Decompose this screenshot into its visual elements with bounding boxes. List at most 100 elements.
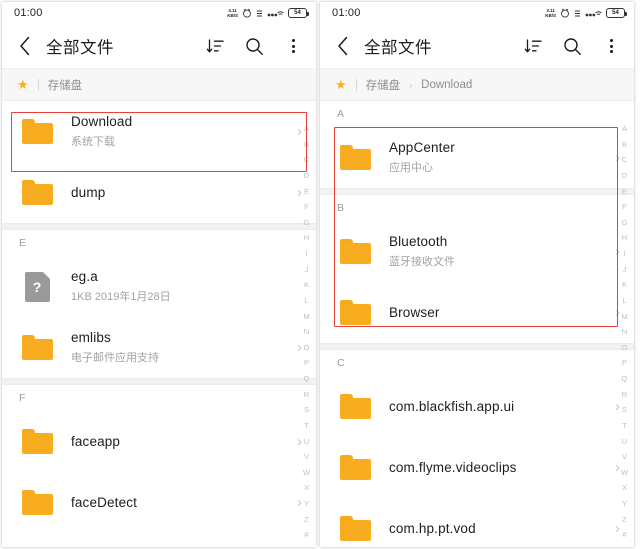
alphabet-index-letter[interactable]: A <box>304 125 309 133</box>
list-item-browser[interactable]: Browser › <box>320 282 634 343</box>
file-name: Browser <box>389 305 440 320</box>
signal-icon <box>585 11 602 17</box>
alphabet-index-letter[interactable]: V <box>622 453 627 461</box>
list-item-text: Browser <box>373 305 609 320</box>
list-item-bluetooth[interactable]: Bluetooth 蓝牙接收文件 › <box>320 221 634 282</box>
alphabet-index-letter[interactable]: P <box>622 359 627 367</box>
star-icon[interactable]: ★ <box>17 78 29 91</box>
alphabet-index-letter[interactable]: V <box>304 453 309 461</box>
alphabet-index-letter[interactable]: X <box>304 484 309 492</box>
alphabet-index-letter[interactable]: E <box>304 187 309 196</box>
alphabet-index-letter[interactable]: M <box>621 312 627 321</box>
more-button[interactable] <box>282 35 304 57</box>
alphabet-index-letter[interactable]: Q <box>304 375 310 383</box>
alphabet-index-letter[interactable]: Y <box>304 500 309 508</box>
alphabet-index-letter[interactable]: U <box>304 437 309 446</box>
alphabet-index-letter[interactable]: K <box>622 281 627 289</box>
list-item-appcenter[interactable]: AppCenter 应用中心 › <box>320 127 634 188</box>
list-item-text: faceDetect <box>55 495 291 510</box>
status-bar: 01:00 3.11 KB/S 54 <box>320 2 634 24</box>
alphabet-index-letter[interactable]: W <box>303 469 310 477</box>
alphabet-index-left[interactable]: A B C D E F G H I J K L M N O P Q R S T U V W X Y Z # <box>300 125 313 539</box>
alphabet-index-letter[interactable]: I <box>623 250 625 258</box>
alphabet-index-letter[interactable]: X <box>622 484 627 492</box>
back-button[interactable] <box>12 33 38 59</box>
alphabet-index-letter[interactable]: P <box>304 359 309 367</box>
alphabet-index-letter[interactable]: I <box>305 250 307 258</box>
alphabet-index-letter[interactable]: R <box>304 391 309 399</box>
alphabet-index-letter[interactable]: J <box>305 266 309 274</box>
alphabet-index-letter[interactable]: S <box>304 406 309 414</box>
alphabet-index-letter[interactable]: G <box>304 219 310 227</box>
alphabet-index-letter[interactable]: Q <box>622 375 628 383</box>
list-item-download[interactable]: Download 系统下载 › <box>2 101 316 162</box>
file-list[interactable]: Download 系统下载 › dump › E ? eg.a 1KB 2019… <box>2 101 316 547</box>
list-item-ega[interactable]: ? eg.a 1KB 2019年1月28日 <box>2 256 316 317</box>
alphabet-index-letter[interactable]: D <box>622 172 627 180</box>
alphabet-index-letter[interactable]: D <box>304 172 309 180</box>
section-divider <box>320 343 634 350</box>
list-item-faceapp[interactable]: faceapp › <box>2 411 316 472</box>
file-list[interactable]: A AppCenter 应用中心 › B Bluetooth 蓝牙接收文件 › … <box>320 101 634 547</box>
file-name: com.blackfish.app.ui <box>389 399 515 414</box>
alphabet-index-letter[interactable]: C <box>622 156 627 164</box>
alphabet-index-letter[interactable]: T <box>304 422 309 430</box>
alphabet-index-letter[interactable]: N <box>622 328 627 336</box>
alphabet-index-letter[interactable]: S <box>622 406 627 414</box>
list-item-videoclips[interactable]: com.flyme.videoclips › <box>320 437 634 498</box>
more-button[interactable] <box>600 35 622 57</box>
search-button[interactable] <box>561 35 583 57</box>
list-item-blackfish[interactable]: com.blackfish.app.ui › <box>320 376 634 437</box>
alphabet-index-letter[interactable]: M <box>303 312 309 321</box>
file-name: eg.a <box>71 269 98 284</box>
breadcrumb-item-storage[interactable]: 存储盘 <box>48 77 83 93</box>
breadcrumb-item-download[interactable]: Download <box>421 79 472 91</box>
folder-icon <box>337 394 373 419</box>
more-vertical-icon <box>609 39 613 53</box>
alphabet-index-letter[interactable]: E <box>622 187 627 196</box>
alphabet-index-letter[interactable]: Y <box>622 500 627 508</box>
list-item-facedetect[interactable]: faceDetect › <box>2 472 316 533</box>
alphabet-index-letter[interactable]: R <box>622 391 627 399</box>
battery-icon: 54 <box>606 8 627 18</box>
alphabet-index-letter[interactable]: T <box>622 422 627 430</box>
back-button[interactable] <box>330 33 356 59</box>
alphabet-index-letter[interactable]: J <box>623 266 627 274</box>
sort-button[interactable] <box>204 35 226 57</box>
alphabet-index-letter[interactable]: U <box>622 437 627 446</box>
star-icon[interactable]: ★ <box>335 78 347 91</box>
alphabet-index-letter[interactable]: # <box>622 531 626 539</box>
alphabet-index-letter[interactable]: B <box>622 141 627 149</box>
sort-button[interactable] <box>522 35 544 57</box>
alphabet-index-letter[interactable]: H <box>622 234 627 242</box>
list-item-partial[interactable]: › <box>2 533 316 547</box>
alphabet-index-letter[interactable]: K <box>304 281 309 289</box>
alphabet-index-right[interactable]: A B C D E F G H I J K L M N O P Q R S T U V W X Y Z # <box>618 125 631 539</box>
alphabet-index-letter[interactable]: F <box>304 203 309 211</box>
back-chevron-icon <box>20 36 30 56</box>
alphabet-index-letter[interactable]: # <box>304 531 308 539</box>
more-vertical-icon <box>291 39 295 53</box>
alphabet-index-letter[interactable]: H <box>304 234 309 242</box>
alphabet-index-letter[interactable]: L <box>304 297 308 305</box>
alphabet-index-letter[interactable]: O <box>304 344 310 352</box>
search-button[interactable] <box>243 35 265 57</box>
alphabet-index-letter[interactable]: B <box>304 141 309 149</box>
alphabet-index-letter[interactable]: Z <box>622 516 627 524</box>
alphabet-index-letter[interactable]: C <box>304 156 309 164</box>
file-name: AppCenter <box>389 140 455 155</box>
alphabet-index-letter[interactable]: W <box>621 469 628 477</box>
alphabet-index-letter[interactable]: O <box>622 344 628 352</box>
alphabet-index-letter[interactable]: Z <box>304 516 309 524</box>
alphabet-index-letter[interactable]: G <box>622 219 628 227</box>
alphabet-index-letter[interactable]: L <box>622 297 626 305</box>
alphabet-index-letter[interactable]: A <box>622 125 627 133</box>
unknown-file-icon: ? <box>19 271 55 302</box>
list-item-emlibs[interactable]: emlibs 电子邮件应用支持 › <box>2 317 316 378</box>
alphabet-index-letter[interactable]: F <box>622 203 627 211</box>
alphabet-index-letter[interactable]: N <box>304 328 309 336</box>
list-item-dump[interactable]: dump › <box>2 162 316 223</box>
breadcrumb-item-storage[interactable]: 存储盘 <box>366 77 401 93</box>
list-item-hpptvod[interactable]: com.hp.pt.vod › <box>320 498 634 547</box>
battery-percent: 54 <box>612 10 619 16</box>
